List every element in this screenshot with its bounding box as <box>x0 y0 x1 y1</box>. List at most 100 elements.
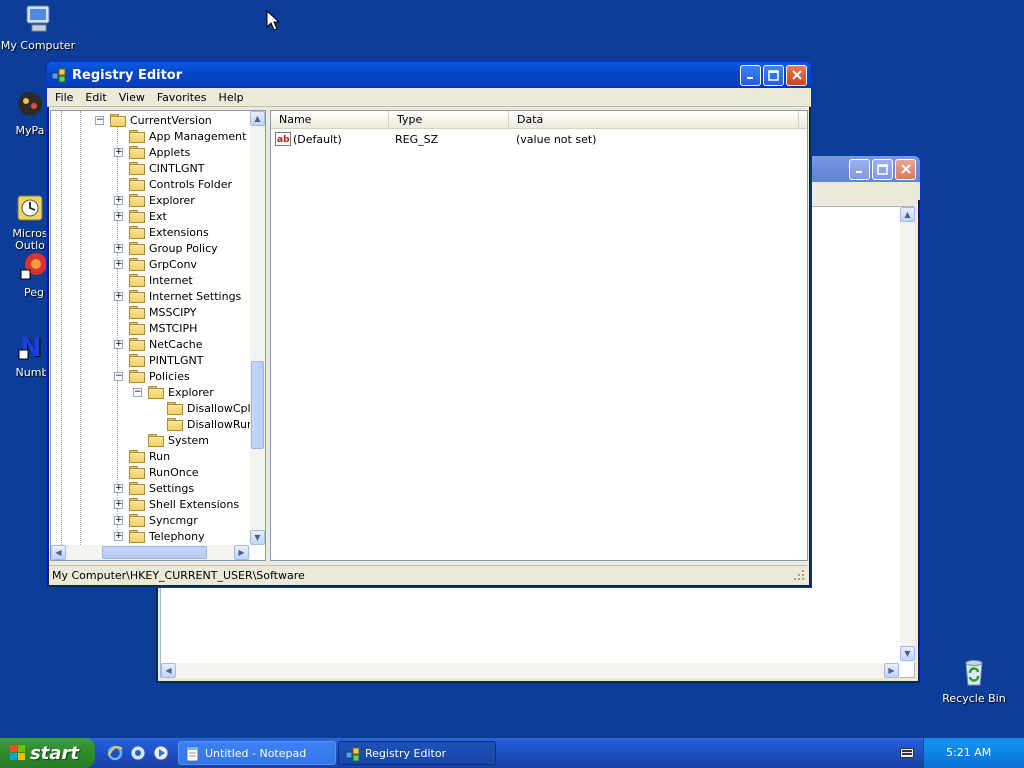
tree-node-label: PINTLGNT <box>149 353 204 367</box>
tree-node-label: Explorer <box>149 193 195 207</box>
tree-node[interactable]: + Ext <box>114 208 167 224</box>
tree-node[interactable]: + Shell Extensions <box>114 496 240 512</box>
tree-node[interactable]: + GrpConv <box>114 256 197 272</box>
folder-icon <box>148 386 164 399</box>
tree-node[interactable]: MSSCIPY <box>129 304 197 320</box>
outlook-express-icon[interactable] <box>130 745 146 761</box>
expand-toggle-icon[interactable]: + <box>114 260 123 269</box>
tree-node[interactable]: + Telephony <box>114 528 205 544</box>
desktop-icon-recycle-bin[interactable]: Recycle Bin <box>934 656 1014 705</box>
tree-node[interactable]: − CurrentVersion <box>95 112 212 128</box>
tree-node[interactable]: RunOnce <box>129 464 199 480</box>
tree-node-label: Shell Extensions <box>149 497 240 511</box>
clock[interactable]: 5:21 AM <box>946 746 991 759</box>
notepad-vertical-scrollbar[interactable] <box>900 207 915 662</box>
menu-edit[interactable]: Edit <box>79 91 112 104</box>
column-header-name[interactable]: Name <box>271 111 389 129</box>
tree-node[interactable]: Internet <box>129 272 193 288</box>
resize-grip-icon[interactable] <box>793 569 805 581</box>
expand-toggle-icon[interactable]: + <box>114 292 123 301</box>
notepad-minimize-button[interactable] <box>849 158 870 180</box>
windows-logo-icon <box>10 745 25 760</box>
tree-node[interactable]: + Settings <box>114 480 194 496</box>
tree-node[interactable]: + Internet Settings <box>114 288 242 304</box>
menu-favorites[interactable]: Favorites <box>151 91 213 104</box>
notepad-scroll-right-button[interactable]: ▶ <box>884 663 899 678</box>
folder-icon <box>129 482 145 495</box>
folder-icon <box>129 354 145 367</box>
registry-tree-pane[interactable]: − CurrentVersion App Management + Applets CIN… <box>50 110 266 561</box>
expand-toggle-icon[interactable]: + <box>114 212 123 221</box>
folder-icon <box>129 162 145 175</box>
keyboard-tray-icon[interactable] <box>900 748 914 758</box>
tree-node-label: DisallowCpl <box>187 401 251 415</box>
tree-node[interactable]: Controls Folder <box>129 176 232 192</box>
notepad-scroll-left-button[interactable]: ◀ <box>161 663 176 678</box>
tree-scroll-up-button[interactable]: ▲ <box>250 111 265 126</box>
tree-node[interactable]: System <box>148 432 209 448</box>
column-header-data[interactable]: Data <box>509 111 799 129</box>
tree-node[interactable]: + Group Policy <box>114 240 218 256</box>
column-header-type[interactable]: Type <box>389 111 509 129</box>
expand-toggle-icon[interactable]: + <box>114 340 123 349</box>
notepad-close-button[interactable] <box>895 158 916 180</box>
tree-node[interactable]: − Policies <box>114 368 190 384</box>
tree-vertical-scroll-thumb[interactable] <box>251 361 264 449</box>
media-player-icon[interactable] <box>153 745 169 761</box>
tree-node[interactable]: Extensions <box>129 224 209 240</box>
expand-toggle-icon[interactable]: + <box>114 532 123 541</box>
tree-vertical-scrollbar[interactable] <box>250 111 265 545</box>
tree-node-label: CurrentVersion <box>130 113 212 127</box>
internet-explorer-icon[interactable] <box>107 745 123 761</box>
folder-icon <box>129 450 145 463</box>
registry-minimize-button[interactable] <box>740 64 761 86</box>
tree-node[interactable]: + NetCache <box>114 336 203 352</box>
tree-node-label: Internet Settings <box>149 289 242 303</box>
taskbar-button-label: Untitled - Notepad <box>205 746 307 760</box>
collapse-toggle-icon[interactable]: − <box>95 116 104 125</box>
menu-view[interactable]: View <box>113 91 151 104</box>
tree-node[interactable]: CINTLGNT <box>129 160 204 176</box>
expand-toggle-icon[interactable]: + <box>114 148 123 157</box>
tree-scroll-right-button[interactable]: ▶ <box>234 545 249 560</box>
expand-toggle-icon[interactable]: + <box>114 500 123 509</box>
expand-toggle-icon[interactable]: + <box>114 196 123 205</box>
tree-horizontal-scroll-thumb[interactable] <box>102 546 207 559</box>
notepad-scroll-up-button[interactable]: ▲ <box>900 207 915 222</box>
tree-node[interactable]: App Management <box>129 128 246 144</box>
folder-icon <box>167 418 183 431</box>
registry-maximize-button[interactable] <box>763 64 784 86</box>
registry-values-pane[interactable]: Name Type Data ab (Default) REG_SZ (valu… <box>270 110 808 561</box>
tree-node[interactable]: + Syncmgr <box>114 512 198 528</box>
collapse-toggle-icon[interactable]: − <box>114 372 123 381</box>
tree-scroll-left-button[interactable]: ◀ <box>51 545 66 560</box>
start-button[interactable]: start <box>0 738 95 768</box>
collapse-toggle-icon[interactable]: − <box>133 388 142 397</box>
value-row[interactable]: ab (Default) REG_SZ (value not set) <box>275 131 795 147</box>
menu-file[interactable]: File <box>49 91 79 104</box>
tree-node[interactable]: + Explorer <box>114 192 195 208</box>
expand-toggle-icon[interactable]: + <box>114 484 123 493</box>
notepad-horizontal-scrollbar[interactable] <box>161 663 900 678</box>
tree-scroll-down-button[interactable]: ▼ <box>250 530 265 545</box>
tree-node[interactable]: DisallowRun <box>167 416 254 432</box>
registry-close-button[interactable] <box>786 64 807 86</box>
tree-node[interactable]: DisallowCpl <box>167 400 251 416</box>
notepad-scroll-down-button[interactable]: ▼ <box>900 646 915 661</box>
desktop-icon-my-computer[interactable]: My Computer <box>0 3 78 52</box>
registry-editor-window[interactable]: Registry Editor File Edit View Favorites… <box>46 61 812 588</box>
expand-toggle-icon[interactable]: + <box>114 244 123 253</box>
value-type: REG_SZ <box>395 132 439 146</box>
taskbar-button[interactable]: Registry Editor <box>338 741 496 765</box>
taskbar-button[interactable]: Untitled - Notepad <box>178 741 336 765</box>
tree-node[interactable]: Run <box>129 448 170 464</box>
tree-node[interactable]: − Explorer <box>133 384 214 400</box>
tree-node[interactable]: MSTCIPH <box>129 320 197 336</box>
expand-toggle-icon[interactable]: + <box>114 516 123 525</box>
notepad-maximize-button[interactable] <box>872 158 893 180</box>
tree-node[interactable]: + Applets <box>114 144 190 160</box>
registry-titlebar[interactable]: Registry Editor <box>47 62 811 88</box>
tree-node[interactable]: PINTLGNT <box>129 352 203 368</box>
tree-node-label: DisallowRun <box>187 417 254 431</box>
menu-help[interactable]: Help <box>213 91 250 104</box>
